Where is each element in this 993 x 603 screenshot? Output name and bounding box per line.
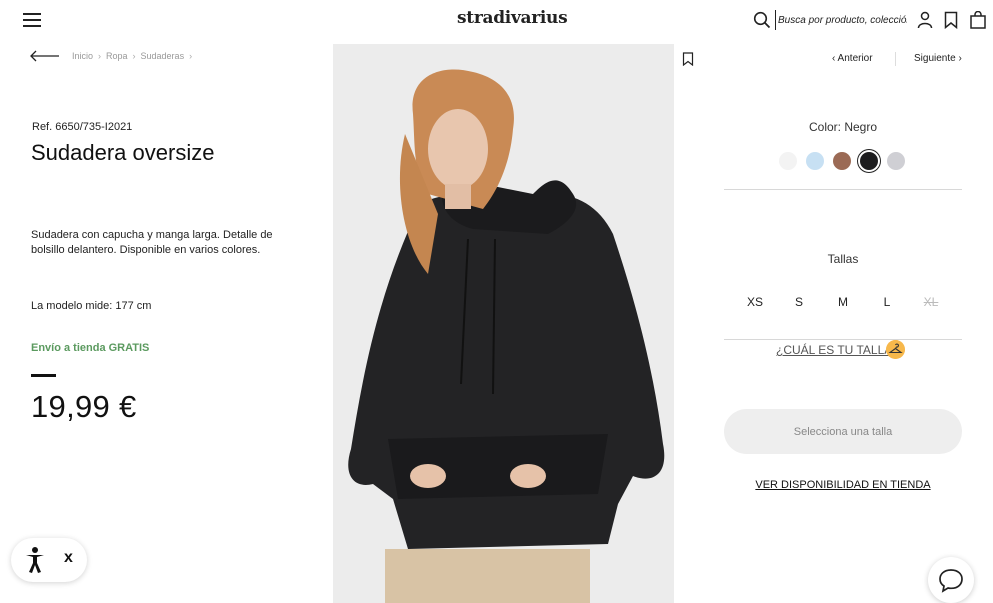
shipping-info: Envío a tienda GRATIS [31,342,150,354]
divider [724,339,962,340]
breadcrumb-separator: › [132,51,136,61]
save-bookmark-icon[interactable] [682,52,694,66]
color-swatch-black[interactable] [860,152,878,170]
accessibility-icon[interactable] [24,546,46,574]
top-header: stradivarius [0,0,993,40]
color-swatches [779,152,914,170]
size-option-m[interactable]: M [821,295,865,309]
breadcrumb-separator: › [98,51,102,61]
chat-icon [939,569,963,593]
accessibility-close-button[interactable]: x [64,549,73,567]
size-option-xl[interactable]: XL [909,295,953,309]
product-description: Sudadera con capucha y manga larga. Deta… [31,229,273,256]
breadcrumb-separator: › [189,51,193,61]
color-swatch-grey[interactable] [887,152,905,170]
hamburger-icon[interactable] [23,12,41,28]
color-label: Color: Negro [808,120,878,134]
product-price: 19,99 € [31,389,137,424]
size-option-xs[interactable]: XS [733,295,777,309]
size-option-l[interactable]: L [865,295,909,309]
store-availability-link[interactable]: VER DISPONIBILIDAD EN TIENDA [724,479,962,491]
breadcrumb: Inicio › Ropa › Sudaderas › [30,50,197,62]
shopping-bag-icon[interactable] [969,11,987,29]
model-photo [333,44,674,603]
product-image[interactable] [333,44,674,603]
breadcrumb-item-ropa[interactable]: Ropa [106,51,128,61]
search-input[interactable] [775,10,907,30]
sizes-label: Tallas [827,252,859,266]
next-product-link[interactable]: Siguiente › [914,53,962,64]
arrow-left-icon[interactable] [30,50,60,62]
product-reference: Ref. 6650/735-I2021 [32,121,133,133]
size-guide-link[interactable]: ¿CUÁL ES TU TALLA? [776,343,899,357]
bookmark-icon[interactable] [942,11,960,29]
model-height: La modelo mide: 177 cm [31,300,152,312]
nav-divider [895,52,896,66]
color-swatch-brown[interactable] [833,152,851,170]
breadcrumb-item-sudaderas[interactable]: Sudaderas [141,51,185,61]
divider [724,189,962,190]
hanger-icon[interactable] [886,340,905,359]
prev-product-link[interactable]: ‹ Anterior [832,53,873,64]
chat-button[interactable] [928,557,974,603]
search-icon[interactable] [753,11,771,29]
select-size-button[interactable]: Selecciona una talla [724,409,962,454]
price-divider [31,374,56,377]
size-selector: XS S M L XL [733,295,953,309]
breadcrumb-item-inicio[interactable]: Inicio [72,51,93,61]
color-swatch-light-blue[interactable] [806,152,824,170]
brand-logo[interactable]: stradivarius [457,8,568,28]
user-icon[interactable] [916,11,934,29]
accessibility-widget: x [11,538,87,582]
size-option-s[interactable]: S [777,295,821,309]
product-title: Sudadera oversize [31,140,215,165]
color-swatch-white[interactable] [779,152,797,170]
